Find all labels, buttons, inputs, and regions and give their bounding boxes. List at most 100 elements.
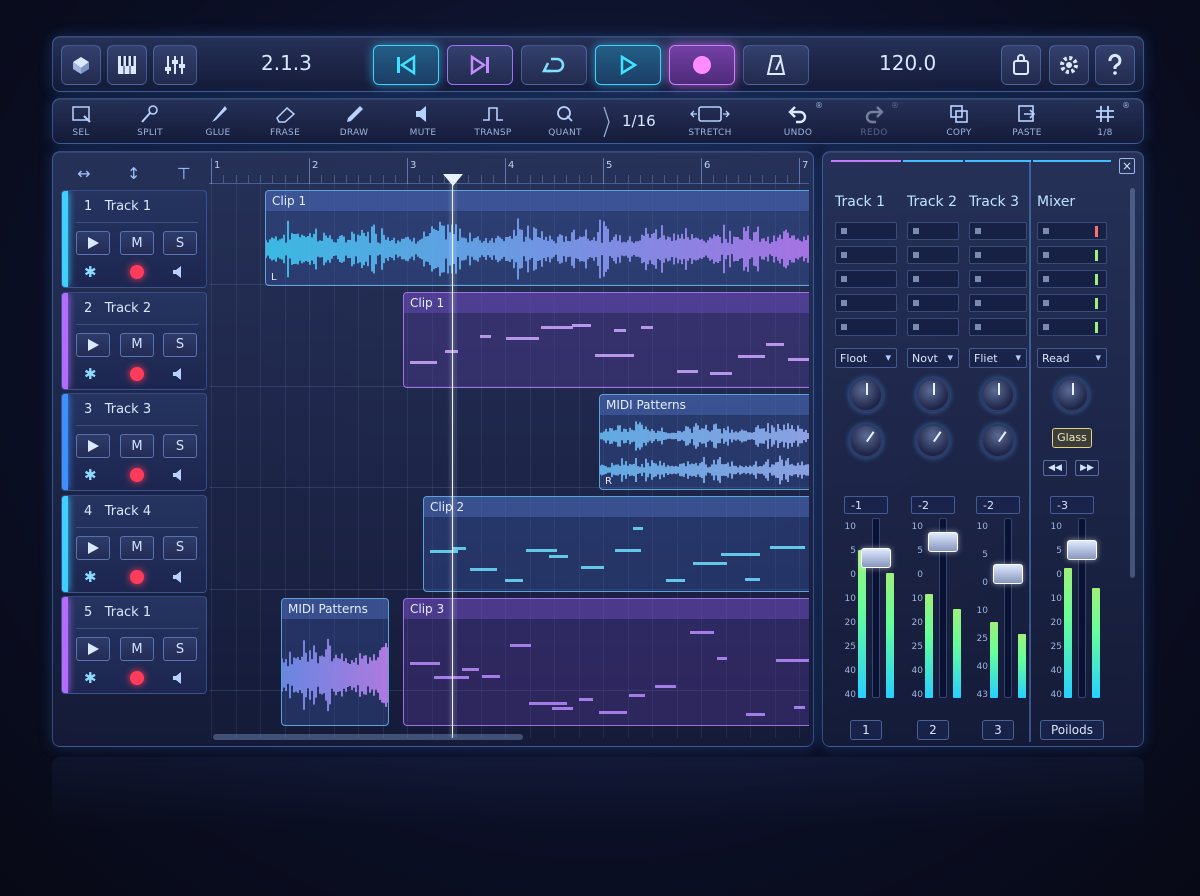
speaker-icon[interactable] [172,367,184,380]
play-button[interactable] [595,45,661,85]
record-arm-button[interactable] [130,468,144,482]
track-header-2[interactable]: 2 Track 2 M S ✱ [61,291,207,390]
view-toggle-button[interactable] [61,45,101,85]
channel-name[interactable]: Mixer [1037,194,1075,210]
channel-name[interactable]: Track 3 [969,194,1019,210]
tempo-readout[interactable]: 120.0 [879,51,936,75]
fader-track[interactable] [872,518,880,698]
close-icon[interactable]: × [1119,158,1135,174]
playhead[interactable] [452,176,453,738]
position-readout[interactable]: 2.1.3 [261,51,312,75]
expand-horizontal-icon[interactable]: ↔ [77,164,90,183]
fader-value[interactable]: -2 [911,496,955,514]
fader-handle[interactable] [1067,540,1097,560]
record-arm-button[interactable] [130,671,144,685]
solo-button[interactable]: S [163,332,197,357]
help-button[interactable] [1095,45,1135,85]
track-name[interactable]: 4 Track 4 [84,504,151,519]
erase-tool[interactable]: FRASE [250,103,320,141]
freeze-icon[interactable]: ✱ [84,568,97,586]
quantize-tool[interactable]: QUANT [530,103,600,141]
transpose-tool[interactable]: TRANSP [458,103,528,141]
rewind-small-icon[interactable]: ◀◀ [1043,460,1067,476]
track-play-button[interactable] [76,535,110,560]
insert-slot[interactable] [969,246,1027,264]
piano-roll-button[interactable] [107,45,147,85]
mute-button[interactable]: M [120,535,154,560]
forward-small-icon[interactable]: ▶▶ [1075,460,1099,476]
freeze-icon[interactable]: ✱ [84,365,97,383]
undo-button[interactable]: UNDO ® [763,101,833,141]
channel-number[interactable]: 3 [982,720,1014,740]
paste-button[interactable]: PASTE [992,103,1062,141]
select-tool[interactable]: SEL [46,103,116,141]
horizontal-scrollbar[interactable] [213,734,523,740]
pan-knob[interactable] [916,378,950,412]
track-play-button[interactable] [76,637,110,661]
clip[interactable]: Clip 1 L [265,190,809,286]
insert-slot[interactable] [835,222,897,240]
stretch-tool[interactable]: STRETCH [675,103,745,141]
pan-knob[interactable] [981,378,1015,412]
mute-button[interactable]: M [120,434,154,458]
clip[interactable]: Clip 2 [423,496,809,592]
insert-slot[interactable] [907,270,959,288]
fader-handle[interactable] [861,548,891,568]
channel-number[interactable]: Poilods [1040,720,1104,740]
speaker-icon[interactable] [172,266,184,278]
insert-slot[interactable] [969,318,1027,336]
channel-name[interactable]: Track 2 [907,194,957,210]
insert-slot[interactable] [1037,294,1107,312]
fader-value[interactable]: -1 [844,496,888,514]
send-knob[interactable] [909,417,957,465]
insert-slot[interactable] [1037,246,1107,264]
clip[interactable]: MIDI Patterns R [599,394,809,490]
timeline-ruler[interactable]: 1 2 3 4 5 6 7 [209,158,809,184]
insert-slot[interactable] [835,294,897,312]
track-header-4[interactable]: 4 Track 4 M S ✱ [61,494,207,593]
mute-button[interactable]: M [120,231,154,255]
channel-number[interactable]: 2 [917,720,949,740]
solo-button[interactable]: S [163,637,197,661]
track-name[interactable]: 5 Track 1 [84,605,151,620]
track-play-button[interactable] [76,231,110,255]
clip[interactable]: MIDI Patterns [281,598,389,726]
mixer-scrollbar[interactable] [1130,188,1135,578]
insert-slot[interactable] [907,222,959,240]
record-arm-button[interactable] [130,366,144,381]
solo-button[interactable]: S [163,535,197,560]
fx-preset-button[interactable]: Glass [1052,428,1092,448]
draw-tool[interactable]: DRAW [319,103,389,141]
insert-slot[interactable] [969,294,1027,312]
mute-button[interactable]: M [120,332,154,357]
copy-button[interactable]: COPY [924,103,994,141]
clip[interactable]: Clip 1 [403,292,809,388]
quantize-value[interactable]: 1/16 [622,112,656,130]
fit-icon[interactable]: ⊤ [177,164,191,183]
send-knob[interactable] [974,417,1022,465]
pan-knob[interactable] [849,378,883,412]
redo-button[interactable]: REDO ® [839,101,909,141]
metronome-button[interactable] [743,45,809,85]
channel-number[interactable]: 1 [850,720,882,740]
mute-button[interactable]: M [120,637,154,661]
fader-value[interactable]: -2 [976,496,1020,514]
fader-handle[interactable] [993,564,1023,584]
speaker-icon[interactable] [172,570,184,583]
record-arm-button[interactable] [130,265,144,279]
freeze-icon[interactable]: ✱ [84,669,97,687]
automation-mode-select[interactable]: Fliet [969,348,1027,368]
mixer-view-button[interactable] [153,45,197,85]
track-play-button[interactable] [76,434,110,458]
track-name[interactable]: 3 Track 3 [84,402,151,417]
playhead-handle-icon[interactable] [443,174,463,186]
track-header-3[interactable]: 3 Track 3 M S ✱ [61,393,207,491]
automation-mode-select[interactable]: Read [1037,348,1107,368]
fader-value[interactable]: -3 [1050,496,1094,514]
loop-button[interactable] [521,45,587,85]
insert-slot[interactable] [835,318,897,336]
insert-slot[interactable] [907,318,959,336]
settings-button[interactable] [1049,45,1089,85]
expand-vertical-icon[interactable]: ↕ [127,164,140,183]
glue-tool[interactable]: GLUE [183,103,253,141]
